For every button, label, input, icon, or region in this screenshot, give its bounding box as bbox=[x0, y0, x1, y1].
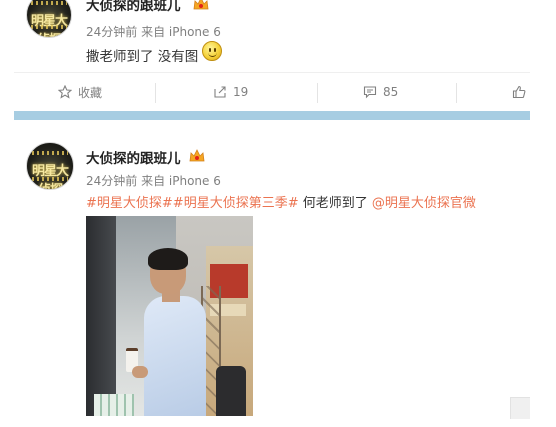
comment-button[interactable]: 85 bbox=[363, 73, 398, 111]
post-content: #明星大侦探##明星大侦探第三季# 何老师到了 @明星大侦探官微 bbox=[86, 192, 476, 211]
post-username[interactable]: 大侦探的跟班儿 bbox=[86, 0, 181, 14]
post-meta-time-source: 24分钟前 来自 iPhone 6 bbox=[86, 174, 221, 188]
thumbs-up-icon bbox=[512, 85, 526, 99]
forward-count: 19 bbox=[233, 85, 249, 99]
post-text: 何老师到了 bbox=[298, 196, 372, 211]
user-avatar[interactable]: 明星大侦探 bbox=[26, 142, 74, 190]
feed-divider bbox=[14, 111, 530, 120]
like-button[interactable] bbox=[512, 73, 526, 111]
comment-bubble-icon bbox=[363, 86, 377, 99]
post-meta-time-source: 24分钟前 来自 iPhone 6 bbox=[86, 25, 221, 39]
avatar-decoration bbox=[31, 151, 69, 156]
avatar-decoration bbox=[31, 176, 69, 181]
comment-count: 85 bbox=[383, 85, 399, 99]
avatar-logo-text: 明星大侦探 bbox=[31, 164, 69, 189]
action-separator bbox=[155, 83, 156, 103]
smiley-emoji-icon bbox=[202, 41, 222, 61]
scroll-control-fragment[interactable] bbox=[510, 397, 530, 419]
post-action-bar: 收藏 19 85 bbox=[14, 72, 530, 110]
topic-link[interactable]: #明星大侦探# bbox=[86, 196, 173, 211]
user-avatar[interactable]: 明星大侦探 bbox=[26, 0, 72, 38]
post-text: 撒老师到了 没有图 bbox=[86, 49, 199, 65]
vip-crown-icon bbox=[189, 149, 205, 162]
post-photo[interactable] bbox=[86, 216, 253, 416]
avatar-decoration bbox=[31, 25, 67, 30]
avatar-decoration bbox=[31, 0, 67, 5]
page-edge bbox=[530, 0, 556, 427]
star-icon bbox=[58, 85, 72, 99]
favorite-label: 收藏 bbox=[78, 85, 103, 100]
post-username[interactable]: 大侦探的跟班儿 bbox=[86, 147, 181, 167]
avatar-logo-text: 明星大侦探 bbox=[30, 13, 68, 37]
share-arrow-icon bbox=[214, 86, 226, 98]
mention-link[interactable]: @明星大侦探官微 bbox=[372, 196, 476, 211]
forward-button[interactable]: 19 bbox=[213, 73, 248, 111]
vip-crown-icon bbox=[193, 0, 209, 10]
action-separator bbox=[456, 83, 457, 103]
favorite-button[interactable]: 收藏 bbox=[58, 73, 102, 111]
weibo-post-top: 明星大侦探 大侦探的跟班儿 24分钟前 来自 iPhone 6 撒老师到了 没有… bbox=[0, 0, 530, 70]
action-separator bbox=[317, 83, 318, 103]
topic-link[interactable]: #明星大侦探第三季# bbox=[173, 196, 299, 211]
